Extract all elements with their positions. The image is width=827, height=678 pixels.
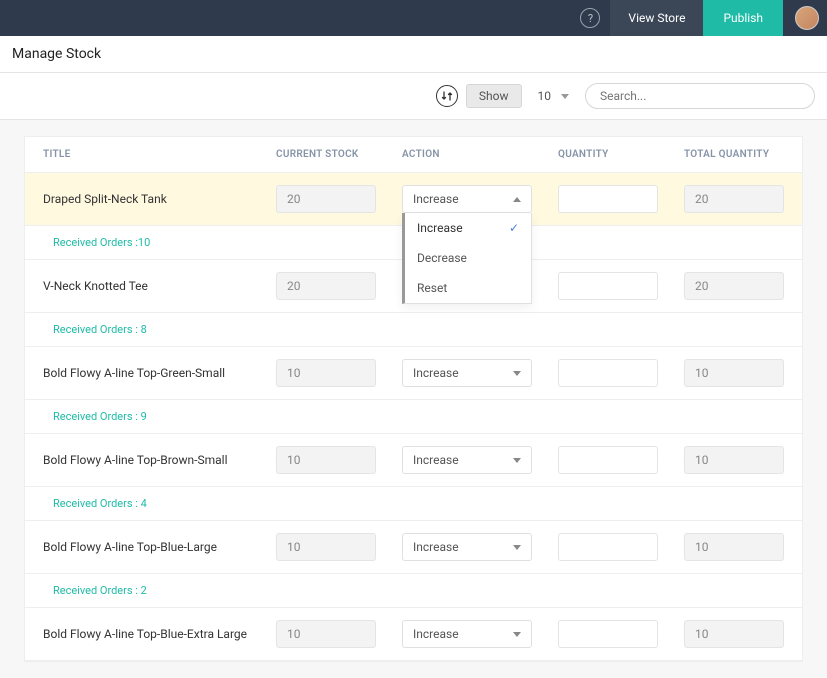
search <box>585 83 815 109</box>
received-orders-row: Received Orders : 9 <box>25 400 802 434</box>
page-size-select[interactable]: 10 <box>530 85 578 107</box>
row-title: Bold Flowy A-line Top-Green-Small <box>43 366 250 380</box>
chevron-down-icon <box>561 94 569 99</box>
row-title: Bold Flowy A-line Top-Blue-Extra Large <box>43 627 250 641</box>
action-option-label: Increase <box>417 221 463 235</box>
action-option-label: Decrease <box>417 251 467 265</box>
action-option-label: Reset <box>417 281 447 295</box>
help-icon[interactable]: ? <box>580 8 600 28</box>
received-orders-row: Received Orders : 4 <box>25 487 802 521</box>
received-orders-label: Received Orders : 2 <box>43 584 784 597</box>
action-option[interactable]: Increase ✓ <box>405 213 531 243</box>
received-orders-row: Received Orders : 8 <box>25 313 802 347</box>
row-title: V-Neck Knotted Tee <box>43 279 250 293</box>
chevron-down-icon <box>513 629 521 640</box>
action-select-value: Increase <box>413 366 459 380</box>
page-title-bar: Manage Stock <box>0 36 827 73</box>
quantity-input[interactable] <box>558 185 658 213</box>
current-stock-value: 10 <box>276 533 376 561</box>
received-orders-label: Received Orders : 9 <box>43 410 784 423</box>
action-cell: Increase <box>402 620 532 648</box>
stock-table: TITLE CURRENT STOCK ACTION QUANTITY TOTA… <box>24 136 803 662</box>
row-title: Bold Flowy A-line Top-Brown-Small <box>43 453 250 467</box>
action-cell: IncreaseIncrease✓DecreaseReset <box>402 185 532 213</box>
table-row[interactable]: Draped Split-Neck Tank 20 IncreaseIncrease… <box>25 173 802 226</box>
toolbar: Show 10 <box>0 73 827 120</box>
action-select[interactable]: Increase <box>402 446 532 474</box>
show-button[interactable]: Show <box>466 84 522 108</box>
action-select-value: Increase <box>413 453 459 467</box>
action-cell: Increase <box>402 533 532 561</box>
row-title: Bold Flowy A-line Top-Blue-Large <box>43 540 250 554</box>
chevron-down-icon <box>513 542 521 553</box>
page-title: Manage Stock <box>12 46 815 62</box>
table-row[interactable]: Bold Flowy A-line Top-Blue-Large 10 Increa… <box>25 521 802 574</box>
action-select-value: Increase <box>413 192 459 206</box>
total-quantity-value: 10 <box>684 620 784 648</box>
quantity-input[interactable] <box>558 272 658 300</box>
table-row[interactable]: Bold Flowy A-line Top-Blue-Extra Large 10… <box>25 608 802 661</box>
table-row[interactable]: Bold Flowy A-line Top-Brown-Small 10 Incre… <box>25 434 802 487</box>
col-total-quantity: TOTAL QUANTITY <box>684 149 784 160</box>
action-select[interactable]: Increase <box>402 533 532 561</box>
action-select-value: Increase <box>413 627 459 641</box>
view-store-button[interactable]: View Store <box>610 0 703 36</box>
total-quantity-value: 20 <box>684 185 784 213</box>
total-quantity-value: 20 <box>684 272 784 300</box>
current-stock-value: 20 <box>276 185 376 213</box>
current-stock-value: 20 <box>276 272 376 300</box>
sort-icon[interactable] <box>436 85 458 107</box>
publish-button[interactable]: Publish <box>703 0 783 36</box>
check-icon: ✓ <box>509 221 519 235</box>
current-stock-value: 10 <box>276 446 376 474</box>
avatar[interactable] <box>795 6 819 30</box>
action-select[interactable]: Increase <box>402 185 532 213</box>
chevron-down-icon <box>513 455 521 466</box>
action-option[interactable]: Decrease <box>405 243 531 273</box>
received-orders-label: Received Orders : 8 <box>43 323 784 336</box>
action-select[interactable]: Increase <box>402 620 532 648</box>
action-cell: Increase <box>402 446 532 474</box>
total-quantity-value: 10 <box>684 359 784 387</box>
current-stock-value: 10 <box>276 620 376 648</box>
chevron-up-icon <box>513 194 521 205</box>
col-quantity: QUANTITY <box>558 149 658 160</box>
action-cell: Increase <box>402 359 532 387</box>
col-current-stock: CURRENT STOCK <box>276 149 376 160</box>
total-quantity-value: 10 <box>684 533 784 561</box>
current-stock-value: 10 <box>276 359 376 387</box>
chevron-down-icon <box>513 368 521 379</box>
col-title: TITLE <box>43 149 250 160</box>
content: TITLE CURRENT STOCK ACTION QUANTITY TOTA… <box>0 120 827 678</box>
total-quantity-value: 10 <box>684 446 784 474</box>
quantity-input[interactable] <box>558 359 658 387</box>
quantity-input[interactable] <box>558 446 658 474</box>
page-size-value: 10 <box>538 89 552 103</box>
action-select-value: Increase <box>413 540 459 554</box>
topbar: ? View Store Publish <box>0 0 827 36</box>
received-orders-label: Received Orders : 4 <box>43 497 784 510</box>
quantity-input[interactable] <box>558 533 658 561</box>
table-header: TITLE CURRENT STOCK ACTION QUANTITY TOTA… <box>25 137 802 173</box>
search-input[interactable] <box>585 83 815 109</box>
action-option[interactable]: Reset <box>405 273 531 303</box>
table-row[interactable]: Bold Flowy A-line Top-Green-Small 10 Incre… <box>25 347 802 400</box>
quantity-input[interactable] <box>558 620 658 648</box>
row-title: Draped Split-Neck Tank <box>43 192 250 206</box>
col-action: ACTION <box>402 149 532 160</box>
received-orders-row: Received Orders : 2 <box>25 574 802 608</box>
action-dropdown: Increase ✓ Decrease Reset <box>402 213 532 304</box>
action-select[interactable]: Increase <box>402 359 532 387</box>
